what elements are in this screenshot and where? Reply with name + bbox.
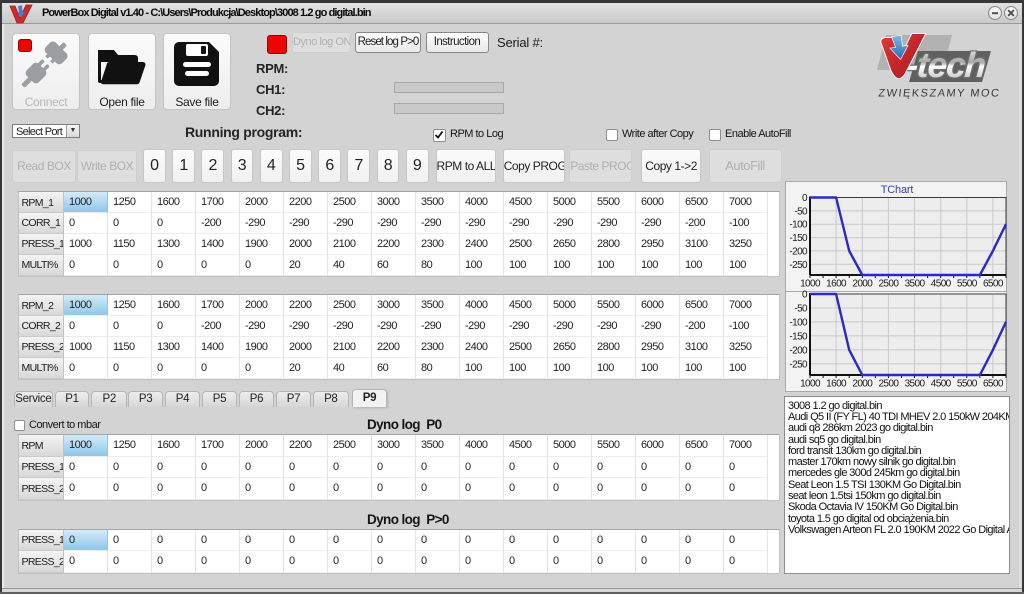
- svg-text:-250: -250: [789, 359, 808, 370]
- svg-text:1000: 1000: [800, 279, 821, 290]
- svg-text:-200: -200: [789, 246, 808, 257]
- svg-text:5500: 5500: [957, 279, 978, 290]
- svg-text:3500: 3500: [905, 279, 926, 290]
- svg-text:3500: 3500: [905, 379, 926, 390]
- svg-text:5500: 5500: [957, 379, 978, 390]
- svg-text:2000: 2000: [852, 379, 873, 390]
- svg-text:1600: 1600: [826, 279, 847, 290]
- svg-text:1600: 1600: [826, 379, 847, 390]
- svg-text:-150: -150: [789, 233, 808, 244]
- svg-text:-200: -200: [789, 345, 808, 356]
- svg-text:0: 0: [802, 193, 808, 204]
- svg-text:-100: -100: [789, 220, 808, 231]
- svg-text:4500: 4500: [931, 379, 952, 390]
- svg-text:-tech: -tech: [905, 46, 986, 85]
- svg-text:2500: 2500: [878, 279, 899, 290]
- svg-text:0: 0: [802, 290, 808, 301]
- svg-text:1000: 1000: [800, 379, 821, 390]
- svg-text:4500: 4500: [931, 279, 952, 290]
- svg-text:-50: -50: [794, 206, 808, 217]
- svg-text:6500: 6500: [983, 279, 1004, 290]
- svg-text:2000: 2000: [852, 279, 873, 290]
- svg-text:ZWIĘKSZAMY MOC: ZWIĘKSZAMY MOC: [878, 88, 1001, 100]
- svg-text:-100: -100: [789, 317, 808, 328]
- svg-text:-150: -150: [789, 331, 808, 342]
- svg-text:2500: 2500: [878, 379, 899, 390]
- svg-text:-250: -250: [789, 260, 808, 271]
- svg-text:6500: 6500: [983, 379, 1004, 390]
- svg-text:-50: -50: [794, 304, 808, 315]
